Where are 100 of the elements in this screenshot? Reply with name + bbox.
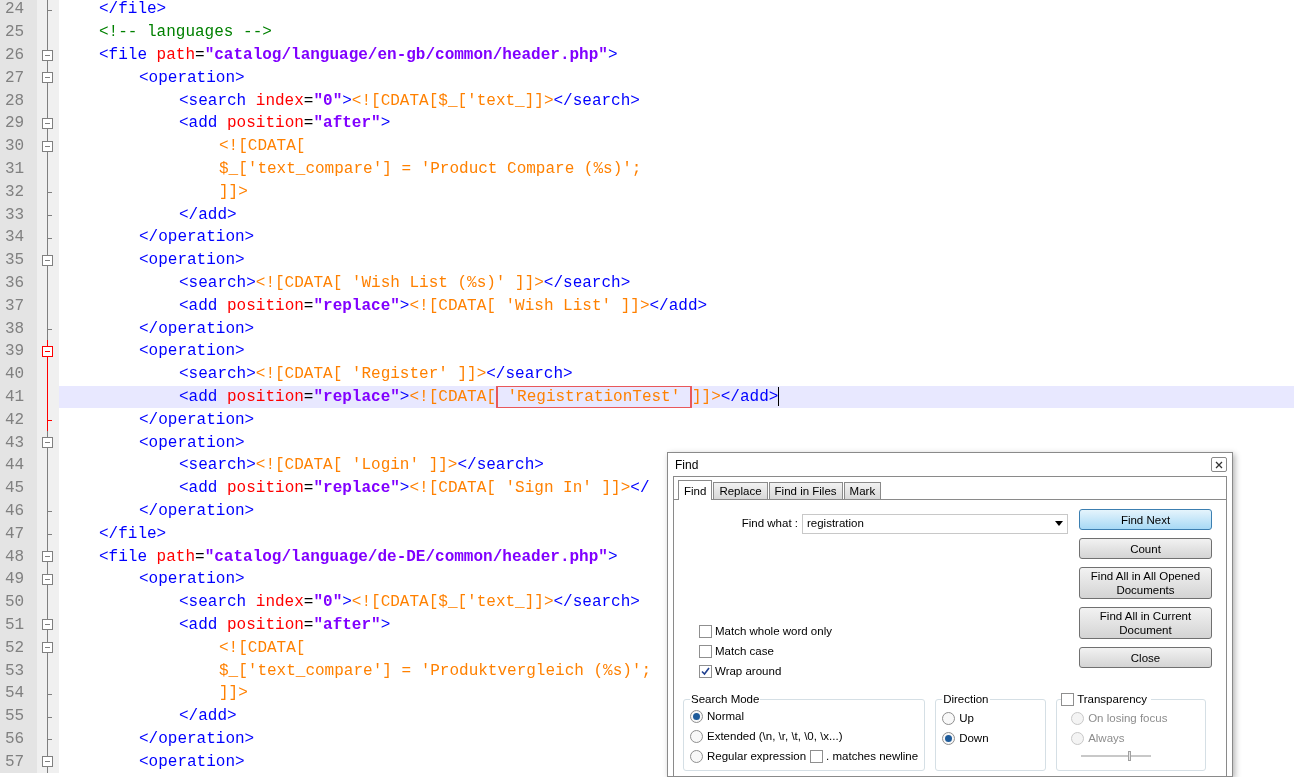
code-token: $_['text_compare'] = 'Product Compare (%s)'; bbox=[219, 160, 642, 177]
code-token: <![CDATA[$_['text_]]> bbox=[351, 92, 554, 109]
radio-label: Normal bbox=[707, 709, 745, 725]
code-token: > bbox=[607, 548, 618, 565]
code-token: </add> bbox=[720, 388, 779, 405]
dialog-tab[interactable]: Replace bbox=[713, 482, 768, 499]
code-token: = bbox=[195, 548, 205, 565]
code-token: > bbox=[342, 92, 352, 109]
dialog-button[interactable]: Find All in Current Document bbox=[1079, 607, 1212, 639]
code-token: position bbox=[227, 388, 304, 405]
radio-button[interactable] bbox=[942, 712, 956, 726]
fold-minus-icon[interactable] bbox=[42, 750, 53, 774]
group-title: Search Mode bbox=[691, 693, 760, 705]
find-what-label: Find what : bbox=[741, 515, 798, 531]
code-token: <![CDATA[ bbox=[219, 639, 306, 656]
code-token: </add> bbox=[649, 297, 708, 314]
code-token: </search> bbox=[543, 274, 631, 291]
checkbox[interactable] bbox=[699, 665, 712, 678]
code-token: > bbox=[380, 616, 391, 633]
fold-minus-icon[interactable] bbox=[42, 431, 53, 454]
code-token: </operation> bbox=[139, 502, 255, 519]
fold-minus-icon[interactable] bbox=[42, 112, 53, 135]
line-number: 40 bbox=[5, 366, 25, 383]
code-token: path bbox=[156, 548, 195, 565]
line-number: 26 bbox=[5, 47, 25, 63]
code-token: = bbox=[303, 92, 314, 109]
code-token: </operation> bbox=[139, 411, 255, 428]
code-token: index bbox=[255, 92, 304, 109]
line-number: 33 bbox=[5, 206, 25, 223]
dialog-button[interactable]: Count bbox=[1079, 538, 1212, 559]
code-token: <operation> bbox=[139, 434, 245, 451]
line-number: 57 bbox=[5, 753, 25, 770]
code-token: "0" bbox=[313, 92, 343, 109]
fold-minus-icon[interactable] bbox=[42, 636, 53, 660]
checkbox[interactable] bbox=[810, 750, 824, 764]
find-what-field[interactable]: registration bbox=[802, 513, 1068, 534]
line-number: 24 bbox=[5, 1, 25, 18]
code-token: <search> bbox=[179, 457, 256, 474]
dialog-button[interactable]: Find Next bbox=[1079, 509, 1212, 530]
code-token: </operation> bbox=[139, 730, 255, 747]
option-label: Wrap around bbox=[715, 663, 782, 679]
line-number: 44 bbox=[5, 457, 25, 474]
checkbox[interactable] bbox=[699, 625, 712, 638]
code-token: <operation> bbox=[139, 753, 245, 770]
slider-thumb[interactable] bbox=[1128, 751, 1132, 762]
line-number: 50 bbox=[5, 594, 25, 611]
dialog-tab[interactable]: Find bbox=[678, 480, 713, 500]
radio-button[interactable] bbox=[690, 730, 703, 744]
code-token: <file bbox=[99, 548, 148, 565]
code-token: <search> bbox=[179, 274, 256, 291]
code-token: <![CDATA[ 'Login' ]]> bbox=[255, 457, 458, 474]
fold-minus-icon[interactable] bbox=[42, 545, 53, 568]
fold-minus-icon[interactable] bbox=[42, 567, 53, 591]
code-token: "replace" bbox=[313, 297, 400, 314]
radio-label: Up bbox=[959, 711, 974, 727]
line-number: 45 bbox=[5, 480, 25, 497]
fold-minus-icon[interactable] bbox=[42, 248, 53, 272]
dialog-button[interactable]: Close bbox=[1079, 647, 1212, 668]
code-token: > bbox=[342, 594, 352, 611]
code-token: = bbox=[303, 616, 314, 633]
code-token: <operation> bbox=[139, 343, 245, 360]
code-token: ]]> bbox=[219, 685, 248, 702]
code-token: </operation> bbox=[139, 229, 255, 246]
radio-button[interactable] bbox=[690, 710, 703, 724]
code-token: <search bbox=[179, 92, 248, 109]
code-token: "replace" bbox=[313, 388, 400, 405]
close-icon[interactable] bbox=[1211, 457, 1227, 472]
code-token: = bbox=[303, 594, 314, 611]
code-token: <file bbox=[99, 47, 148, 63]
code-token: $_['text_compare'] = 'Produktvergleich (%s)'; bbox=[219, 662, 652, 679]
line-number: 46 bbox=[5, 502, 25, 519]
slider-track bbox=[1081, 755, 1152, 758]
dialog-tab[interactable]: Mark bbox=[843, 482, 882, 499]
radio-label: Always bbox=[1088, 731, 1125, 747]
code-token: <![CDATA[$_['text_]]> bbox=[351, 594, 554, 611]
radio-button[interactable] bbox=[690, 750, 703, 764]
fold-minus-icon[interactable] bbox=[42, 134, 53, 158]
highlighted-code-text: 'RegistrationTest' bbox=[495, 385, 692, 409]
line-number: 53 bbox=[5, 662, 25, 679]
code-token: > bbox=[399, 388, 410, 405]
checkbox[interactable] bbox=[1061, 693, 1075, 707]
code-token: position bbox=[227, 480, 304, 497]
option-label: Match whole word only bbox=[715, 623, 832, 639]
checkbox[interactable] bbox=[699, 645, 712, 658]
dialog-tab[interactable]: Find in Files bbox=[768, 482, 843, 499]
fold-minus-icon[interactable] bbox=[42, 66, 53, 90]
code-token: <add bbox=[179, 297, 219, 314]
dialog-button[interactable]: Find All in All Opened Documents bbox=[1079, 567, 1212, 599]
fold-minus-icon[interactable] bbox=[42, 339, 53, 363]
code-token: ]]> bbox=[691, 388, 721, 405]
line-number: 56 bbox=[5, 730, 25, 747]
fold-minus-icon[interactable] bbox=[42, 613, 53, 637]
line-number: 34 bbox=[5, 229, 25, 246]
code-token: </search> bbox=[457, 457, 544, 474]
code-token: </add> bbox=[179, 708, 237, 725]
radio-button[interactable] bbox=[942, 732, 956, 746]
code-token: ]]> bbox=[219, 183, 248, 200]
line-number: 30 bbox=[5, 138, 25, 155]
fold-minus-icon[interactable] bbox=[42, 43, 53, 67]
dropdown-arrow-icon[interactable] bbox=[1055, 521, 1063, 526]
